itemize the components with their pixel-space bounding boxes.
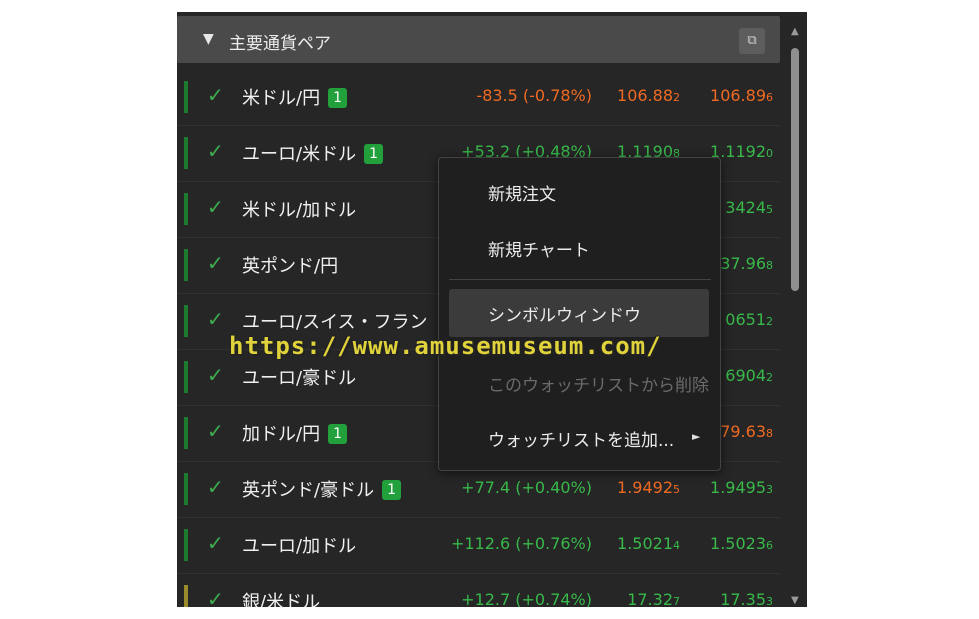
row-color-bar: [184, 137, 188, 169]
order-count-badge: 1: [364, 144, 383, 164]
check-icon: ✓: [207, 307, 224, 331]
order-count-badge: 1: [328, 88, 347, 108]
menu-item-new-order[interactable]: 新規注文: [488, 180, 556, 205]
table-row[interactable]: ✓ 銀/米ドル +12.7 (+0.74%) 17.327 17.353: [177, 573, 780, 607]
menu-item-new-chart[interactable]: 新規チャート: [488, 236, 590, 261]
scrollbar-thumb[interactable]: [791, 48, 799, 291]
symbol-name: ユーロ/米ドル 1: [242, 140, 383, 166]
row-color-bar: [184, 305, 188, 337]
row-color-bar: [184, 417, 188, 449]
ask-price[interactable]: 34245: [725, 198, 773, 217]
ask-price[interactable]: 79.638: [720, 422, 773, 441]
ask-price[interactable]: 06512: [725, 310, 773, 329]
bid-price[interactable]: 106.882: [617, 86, 680, 105]
ask-price[interactable]: 1.50236: [710, 534, 773, 553]
menu-divider: [449, 279, 711, 280]
row-color-bar: [184, 249, 188, 281]
symbol-name: 銀/米ドル: [242, 592, 321, 607]
check-icon: ✓: [207, 475, 224, 499]
watchlist-group-header[interactable]: ▼ 主要通貨ペア ⧉: [177, 16, 780, 63]
menu-item-remove-from-watchlist: このウォッチリストから削除: [488, 376, 709, 396]
symbol-name: 米ドル/加ドル: [242, 200, 357, 221]
row-color-bar: [184, 81, 188, 113]
check-icon: ✓: [207, 419, 224, 443]
price-change: +12.7 (+0.74%): [461, 590, 592, 607]
menu-item-symbol-window[interactable]: シンボルウィンドウ: [488, 301, 641, 326]
check-icon: ✓: [207, 83, 224, 107]
table-row[interactable]: ✓ ユーロ/加ドル +112.6 (+0.76%) 1.50214 1.5023…: [177, 517, 780, 574]
check-icon: ✓: [207, 195, 224, 219]
symbol-name: 米ドル/円 1: [242, 84, 347, 110]
symbol-name: 英ポンド/円: [242, 256, 339, 277]
menu-item-add-watchlist[interactable]: ウォッチリストを追加...: [488, 426, 674, 451]
bid-price[interactable]: 1.94925: [617, 478, 680, 497]
scroll-down-arrow-icon[interactable]: ▼: [791, 595, 799, 606]
bid-price[interactable]: 1.50214: [617, 534, 680, 553]
scroll-up-arrow-icon[interactable]: ▲: [791, 26, 799, 37]
popout-icon[interactable]: ⧉: [739, 28, 765, 54]
symbol-name: 英ポンド/豪ドル 1: [242, 476, 401, 502]
price-change: -83.5 (-0.78%): [476, 86, 592, 105]
check-icon: ✓: [207, 531, 224, 555]
price-change: +77.4 (+0.40%): [461, 478, 592, 497]
order-count-badge: 1: [328, 424, 347, 444]
ask-price[interactable]: 1.94953: [710, 478, 773, 497]
row-color-bar: [184, 361, 188, 393]
order-count-badge: 1: [382, 480, 401, 500]
check-icon: ✓: [207, 587, 224, 607]
symbol-name: 加ドル/円 1: [242, 420, 347, 446]
row-color-bar: [184, 529, 188, 561]
row-color-bar: [184, 585, 188, 607]
submenu-arrow-icon: ►: [692, 430, 701, 443]
row-color-bar: [184, 473, 188, 505]
collapse-triangle-icon[interactable]: ▼: [203, 31, 214, 47]
symbol-name: ユーロ/豪ドル: [242, 368, 357, 389]
bid-price[interactable]: 17.327: [627, 590, 680, 607]
context-menu: 新規注文 新規チャート シンボルウィンドウ このウォッチリストから削除 ウォッチ…: [438, 157, 721, 471]
table-row[interactable]: ✓ 米ドル/円 1 -83.5 (-0.78%) 106.882 106.896: [177, 69, 780, 126]
ask-price[interactable]: 37.968: [720, 254, 773, 273]
row-color-bar: [184, 193, 188, 225]
check-icon: ✓: [207, 139, 224, 163]
ask-price[interactable]: 17.353: [720, 590, 773, 607]
symbol-name: ユーロ/加ドル: [242, 536, 357, 557]
price-change: +112.6 (+0.76%): [450, 534, 592, 553]
ask-price[interactable]: 69042: [725, 366, 773, 385]
check-icon: ✓: [207, 363, 224, 387]
watermark-text: https://www.amusemuseum.com/: [229, 332, 662, 360]
symbol-name: ユーロ/スイス・フラン: [242, 312, 428, 333]
group-title: 主要通貨ペア: [229, 34, 331, 54]
check-icon: ✓: [207, 251, 224, 275]
ask-price[interactable]: 106.896: [710, 86, 773, 105]
